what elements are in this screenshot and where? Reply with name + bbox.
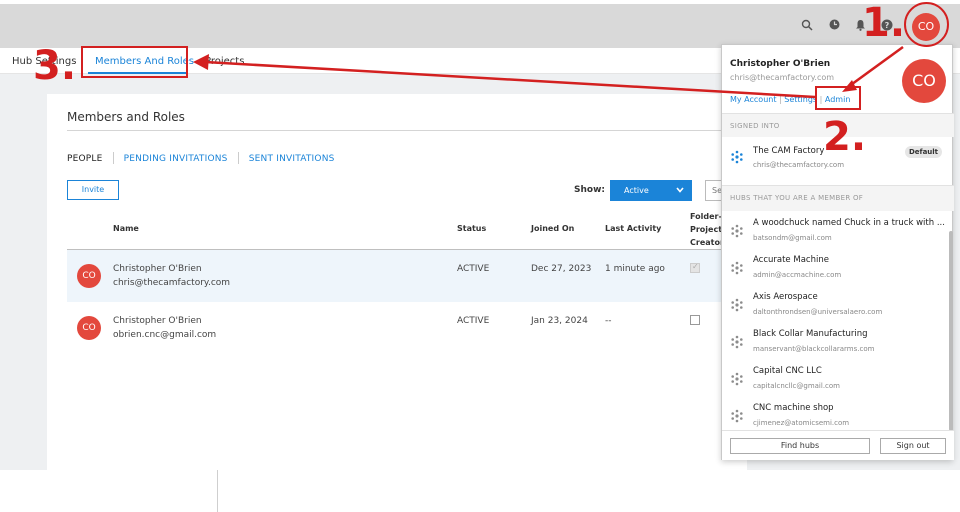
avatar: CO bbox=[77, 316, 101, 340]
member-last-activity: -- bbox=[605, 316, 612, 326]
tab-divider bbox=[237, 152, 239, 164]
status-filter-value: Active bbox=[624, 186, 649, 195]
project-creator-checkbox[interactable] bbox=[690, 315, 700, 325]
find-hubs-button[interactable]: Find hubs bbox=[730, 438, 870, 454]
hub-name: Black Collar Manufacturing bbox=[753, 329, 868, 339]
member-status: ACTIVE bbox=[457, 264, 490, 274]
signed-into-label: SIGNED INTO bbox=[730, 122, 780, 130]
search-icon[interactable] bbox=[800, 19, 814, 33]
member-email: chris@thecamfactory.com bbox=[113, 278, 231, 288]
hub-item[interactable]: Black Collar Manufacturing manservant@bl… bbox=[722, 324, 950, 361]
title-divider bbox=[67, 130, 747, 131]
dropdown-footer: Find hubs Sign out bbox=[722, 430, 954, 460]
avatar: CO bbox=[77, 264, 101, 288]
default-badge: Default bbox=[905, 146, 942, 158]
clock-icon[interactable] bbox=[827, 19, 841, 33]
table-row[interactable]: CO Christopher O'Brien obrien.cnc@gmail.… bbox=[67, 302, 747, 354]
member-email: obrien.cnc@gmail.com bbox=[113, 330, 217, 340]
tab-pending-invitations[interactable]: PENDING INVITATIONS bbox=[124, 154, 228, 164]
annotation-step-2: 2. bbox=[823, 114, 867, 160]
account-user-email: chris@thecamfactory.com bbox=[730, 73, 835, 82]
hub-item[interactable]: Accurate Machine admin@accmachine.com bbox=[722, 250, 950, 287]
annotation-admin-box bbox=[815, 86, 861, 110]
members-panel: Members and Roles PEOPLE PENDING INVITAT… bbox=[47, 94, 747, 470]
hub-icon bbox=[730, 335, 744, 349]
hub-icon bbox=[730, 298, 744, 312]
hub-item[interactable]: Axis Aerospace daltonthrondsen@universal… bbox=[722, 287, 950, 324]
hub-email: chris@thecamfactory.com bbox=[753, 161, 845, 169]
hub-icon bbox=[730, 372, 744, 386]
column-name[interactable]: Name bbox=[113, 224, 139, 233]
hub-name: Axis Aerospace bbox=[753, 292, 818, 302]
tab-sent-invitations[interactable]: SENT INVITATIONS bbox=[249, 154, 335, 164]
hub-email: cjimenez@atomicsemi.com bbox=[753, 419, 850, 427]
tab-divider bbox=[112, 152, 114, 164]
status-filter-dropdown[interactable]: Active bbox=[610, 180, 692, 201]
member-joined-on: Dec 27, 2023 bbox=[531, 264, 592, 274]
column-folder-project-creator[interactable]: Folder-l Project Creator bbox=[690, 210, 725, 249]
member-name: Christopher O'Brien bbox=[113, 264, 202, 274]
page-title: Members and Roles bbox=[67, 110, 185, 124]
hub-name: Accurate Machine bbox=[753, 255, 829, 265]
hub-item[interactable]: A woodchuck named Chuck in a truck with … bbox=[722, 213, 950, 250]
annotation-step-1: 1. bbox=[862, 0, 906, 46]
top-bar: ? CO bbox=[0, 4, 960, 48]
table-row[interactable]: CO Christopher O'Brien chris@thecamfacto… bbox=[67, 250, 747, 302]
show-label: Show: bbox=[574, 185, 605, 195]
hub-item[interactable]: Capital CNC LLC capitalcncllc@gmail.com bbox=[722, 361, 950, 398]
dropdown-scrollbar[interactable] bbox=[949, 231, 953, 431]
column-folder-line2: Project bbox=[690, 225, 723, 234]
tab-projects[interactable]: Projects bbox=[205, 56, 244, 67]
hub-icon bbox=[730, 224, 744, 238]
member-last-activity: 1 minute ago bbox=[605, 264, 665, 274]
hubs-header: HUBS THAT YOU ARE A MEMBER OF bbox=[722, 185, 954, 211]
project-creator-checkbox[interactable] bbox=[690, 262, 700, 273]
account-avatar: CO bbox=[902, 59, 946, 103]
column-last-activity[interactable]: Last Activity bbox=[605, 224, 661, 233]
hubs-label: HUBS THAT YOU ARE A MEMBER OF bbox=[730, 194, 864, 202]
my-account-link[interactable]: My Account bbox=[730, 95, 776, 104]
member-joined-on: Jan 23, 2024 bbox=[531, 316, 588, 326]
member-name: Christopher O'Brien bbox=[113, 316, 202, 326]
hub-email: batsondm@gmail.com bbox=[753, 234, 832, 242]
annotation-step-3: 3. bbox=[33, 43, 77, 89]
hub-email: manservant@blackcollararms.com bbox=[753, 345, 875, 353]
column-status[interactable]: Status bbox=[457, 224, 486, 233]
settings-link[interactable]: Settings bbox=[784, 95, 817, 104]
hub-icon bbox=[730, 261, 744, 275]
hub-email: capitalcncllc@gmail.com bbox=[753, 382, 840, 390]
hub-active-icon bbox=[730, 150, 744, 164]
annotation-members-box bbox=[81, 46, 188, 78]
people-tabs: PEOPLE PENDING INVITATIONS SENT INVITATI… bbox=[67, 152, 335, 164]
column-folder-line3: Creator bbox=[690, 238, 724, 247]
tab-people[interactable]: PEOPLE bbox=[67, 154, 103, 164]
column-joined-on[interactable]: Joined On bbox=[531, 224, 574, 233]
hub-name: CNC machine shop bbox=[753, 403, 834, 413]
hub-email: admin@accmachine.com bbox=[753, 271, 842, 279]
column-folder-line1: Folder-l bbox=[690, 212, 725, 221]
hub-name: Capital CNC LLC bbox=[753, 366, 822, 376]
sign-out-button[interactable]: Sign out bbox=[880, 438, 946, 454]
divider bbox=[217, 470, 218, 512]
account-user-name: Christopher O'Brien bbox=[730, 59, 831, 69]
member-status: ACTIVE bbox=[457, 316, 490, 326]
hub-name: A woodchuck named Chuck in a truck with … bbox=[753, 218, 945, 228]
hub-email: daltonthrondsen@universalaero.com bbox=[753, 308, 883, 316]
chevron-down-icon bbox=[676, 180, 684, 209]
annotation-avatar-circle bbox=[904, 2, 949, 47]
hub-icon bbox=[730, 409, 744, 423]
invite-button[interactable]: Invite bbox=[67, 180, 119, 200]
